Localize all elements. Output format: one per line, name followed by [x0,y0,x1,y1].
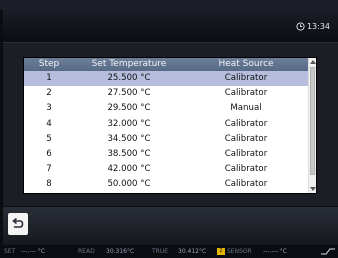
cell-set-temperature: 38.500 °C [107,148,151,159]
table-row[interactable]: 7 42.000 °C Calibrator [24,162,308,178]
window-frame-top [0,0,338,10]
clock-icon [296,21,305,31]
true-label: TRUE [152,248,169,255]
top-bar: 13:34 [3,10,338,43]
connection-icon [321,248,335,255]
cell-step: 1 [46,73,52,83]
table-header: Step Set Temperature Heat Source [24,58,308,71]
cell-step: 3 [46,103,52,114]
status-bar: SET ---.--- °C READ 30.316°C TRUE 30.412… [0,245,338,258]
cell-step: 5 [46,133,52,144]
cell-step: 4 [46,118,52,129]
read-label: READ [78,248,95,255]
cell-heat-source: Calibrator [224,88,268,99]
main-content: Step Set Temperature Heat Source 1 25.500… [3,43,338,206]
column-header-heat-source: Heat Source [218,59,274,69]
cell-step: 2 [46,88,52,99]
clock: 13:34 [296,20,330,32]
cell-step: 7 [46,164,52,175]
column-header-set-temperature: Set Temperature [91,59,167,69]
table-row[interactable]: 4 32.000 °C Calibrator [24,116,308,132]
read-value: 30.316°C [106,248,135,255]
cell-set-temperature: 25.500 °C [107,73,151,83]
sensor-label: SENSOR [227,248,252,255]
cell-heat-source: Calibrator [224,179,268,190]
bottom-bar [3,207,338,245]
cell-set-temperature: 29.500 °C [107,103,151,114]
cell-step: 6 [46,148,52,159]
cell-set-temperature: 34.500 °C [107,133,151,144]
true-value: 30.412°C [178,248,207,255]
table-row[interactable]: 8 50.000 °C Calibrator [24,177,308,193]
set-label: SET [4,248,16,255]
cell-heat-source: Manual [230,103,262,114]
table-body: 1 25.500 °C Calibrator 2 27.500 °C Calibrator… [24,71,308,193]
cell-set-temperature: 50.000 °C [107,179,151,190]
scrollbar-thumb[interactable] [310,67,315,175]
set-value: ---.--- °C [21,248,45,255]
cell-set-temperature: 27.500 °C [107,88,151,99]
cell-set-temperature: 42.000 °C [107,164,151,175]
status-badge: 2 [217,248,225,255]
cell-step: 8 [46,179,52,190]
back-button[interactable] [8,213,28,235]
cell-heat-source: Calibrator [224,148,268,159]
column-header-step: Step [38,59,60,69]
table-row[interactable]: 5 34.500 °C Calibrator [24,131,308,147]
scroll-down-icon[interactable] [309,185,317,193]
step-table: Step Set Temperature Heat Source 1 25.500… [24,58,316,193]
back-arrow-icon [12,217,24,228]
clock-time: 13:34 [306,21,330,31]
table-row[interactable]: 6 38.500 °C Calibrator [24,146,308,163]
cell-set-temperature: 32.000 °C [107,118,151,129]
scroll-up-icon[interactable] [309,58,317,66]
table-row[interactable]: 1 25.500 °C Calibrator [24,71,308,87]
cell-heat-source: Calibrator [224,118,268,129]
cell-heat-source: Calibrator [224,164,268,175]
table-scrollbar[interactable] [308,58,316,193]
table-row[interactable]: 2 27.500 °C Calibrator [24,86,308,102]
sensor-value: ---.--- °C [263,248,287,255]
table-row[interactable]: 3 29.500 °C Manual [24,101,308,117]
cell-heat-source: Calibrator [224,73,268,83]
cell-heat-source: Calibrator [224,133,268,144]
